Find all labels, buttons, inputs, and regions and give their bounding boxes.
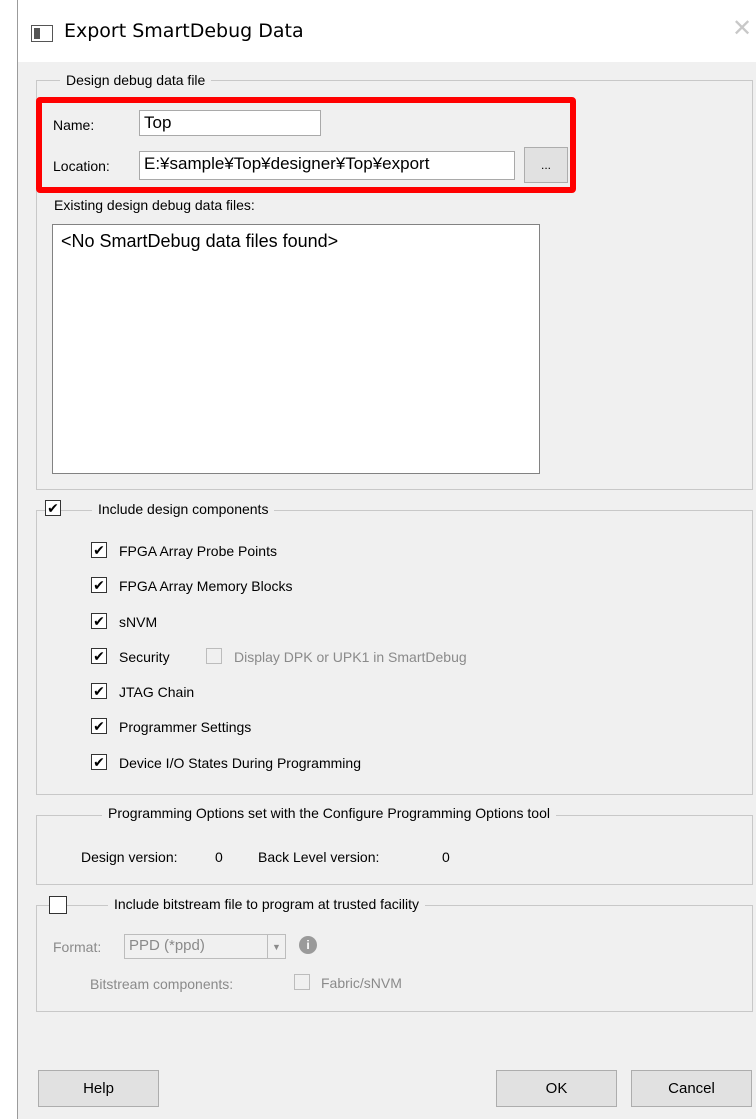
memory-blocks-checkbox[interactable]: ✔	[91, 577, 107, 593]
snvm-label: sNVM	[119, 614, 158, 630]
probe-points-checkbox[interactable]: ✔	[91, 542, 107, 558]
existing-files-list[interactable]: <No SmartDebug data files found>	[52, 224, 540, 474]
app-window-icon	[31, 25, 53, 42]
security-label: Security	[119, 649, 170, 665]
bitstream-components-label: Bitstream components:	[90, 976, 234, 992]
snvm-checkbox[interactable]: ✔	[91, 613, 107, 629]
design-version-label: Design version:	[81, 849, 178, 865]
location-field[interactable]: E:¥sample¥Top¥designer¥Top¥export	[139, 151, 515, 180]
include-bitstream-checkbox[interactable]	[49, 896, 67, 914]
existing-files-empty-text: <No SmartDebug data files found>	[61, 231, 339, 251]
programmer-settings-label: Programmer Settings	[119, 719, 252, 735]
probe-points-label: FPGA Array Probe Points	[119, 543, 277, 559]
checkmark-icon: ✔	[93, 542, 105, 558]
device-io-states-checkbox[interactable]: ✔	[91, 754, 107, 770]
components-group-label: Include design components	[92, 501, 275, 517]
chevron-down-icon: ▼	[267, 935, 285, 958]
browse-button[interactable]: ...	[524, 147, 568, 183]
help-button[interactable]: Help	[38, 1070, 159, 1107]
fabric-snvm-checkbox[interactable]	[294, 974, 310, 990]
security-checkbox[interactable]: ✔	[91, 648, 107, 664]
design-version-value: 0	[215, 849, 223, 865]
back-level-label: Back Level version:	[258, 849, 380, 865]
checkmark-icon: ✔	[93, 683, 105, 699]
programmer-settings-checkbox[interactable]: ✔	[91, 718, 107, 734]
back-level-value: 0	[442, 849, 450, 865]
checkmark-icon: ✔	[93, 577, 105, 593]
format-select-value: PPD (*ppd)	[129, 937, 205, 954]
export-smartdebug-dialog: Export SmartDebug Data ✕ Design debug da…	[17, 0, 756, 1119]
dialog-title: Export SmartDebug Data	[64, 20, 304, 42]
fabric-snvm-label: Fabric/sNVM	[321, 975, 402, 991]
cancel-button[interactable]: Cancel	[631, 1070, 752, 1107]
name-label: Name:	[53, 117, 95, 133]
include-components-checkbox[interactable]: ✔	[45, 500, 61, 516]
close-icon[interactable]: ✕	[732, 16, 752, 40]
info-icon[interactable]: i	[299, 936, 317, 954]
display-dpk-checkbox[interactable]	[206, 648, 222, 664]
name-field[interactable]: Top	[139, 110, 321, 136]
display-dpk-label: Display DPK or UPK1 in SmartDebug	[234, 649, 467, 665]
title-bar: Export SmartDebug Data ✕	[18, 0, 756, 62]
checkmark-icon: ✔	[93, 648, 105, 664]
device-io-states-label: Device I/O States During Programming	[119, 755, 361, 771]
format-select[interactable]: PPD (*ppd) ▼	[124, 934, 286, 959]
checkmark-icon: ✔	[47, 500, 59, 516]
jtag-chain-label: JTAG Chain	[119, 684, 195, 700]
ok-button[interactable]: OK	[496, 1070, 617, 1107]
location-label: Location:	[53, 158, 110, 174]
checkmark-icon: ✔	[93, 754, 105, 770]
design-debug-group-label: Design debug data file	[60, 72, 212, 88]
programming-options-label: Programming Options set with the Configu…	[102, 805, 556, 821]
format-label: Format:	[53, 939, 102, 955]
existing-files-label: Existing design debug data files:	[54, 197, 255, 213]
checkmark-icon: ✔	[93, 613, 105, 629]
bitstream-group-label: Include bitstream file to program at tru…	[108, 896, 426, 912]
checkmark-icon: ✔	[93, 718, 105, 734]
jtag-chain-checkbox[interactable]: ✔	[91, 683, 107, 699]
memory-blocks-label: FPGA Array Memory Blocks	[119, 578, 293, 594]
